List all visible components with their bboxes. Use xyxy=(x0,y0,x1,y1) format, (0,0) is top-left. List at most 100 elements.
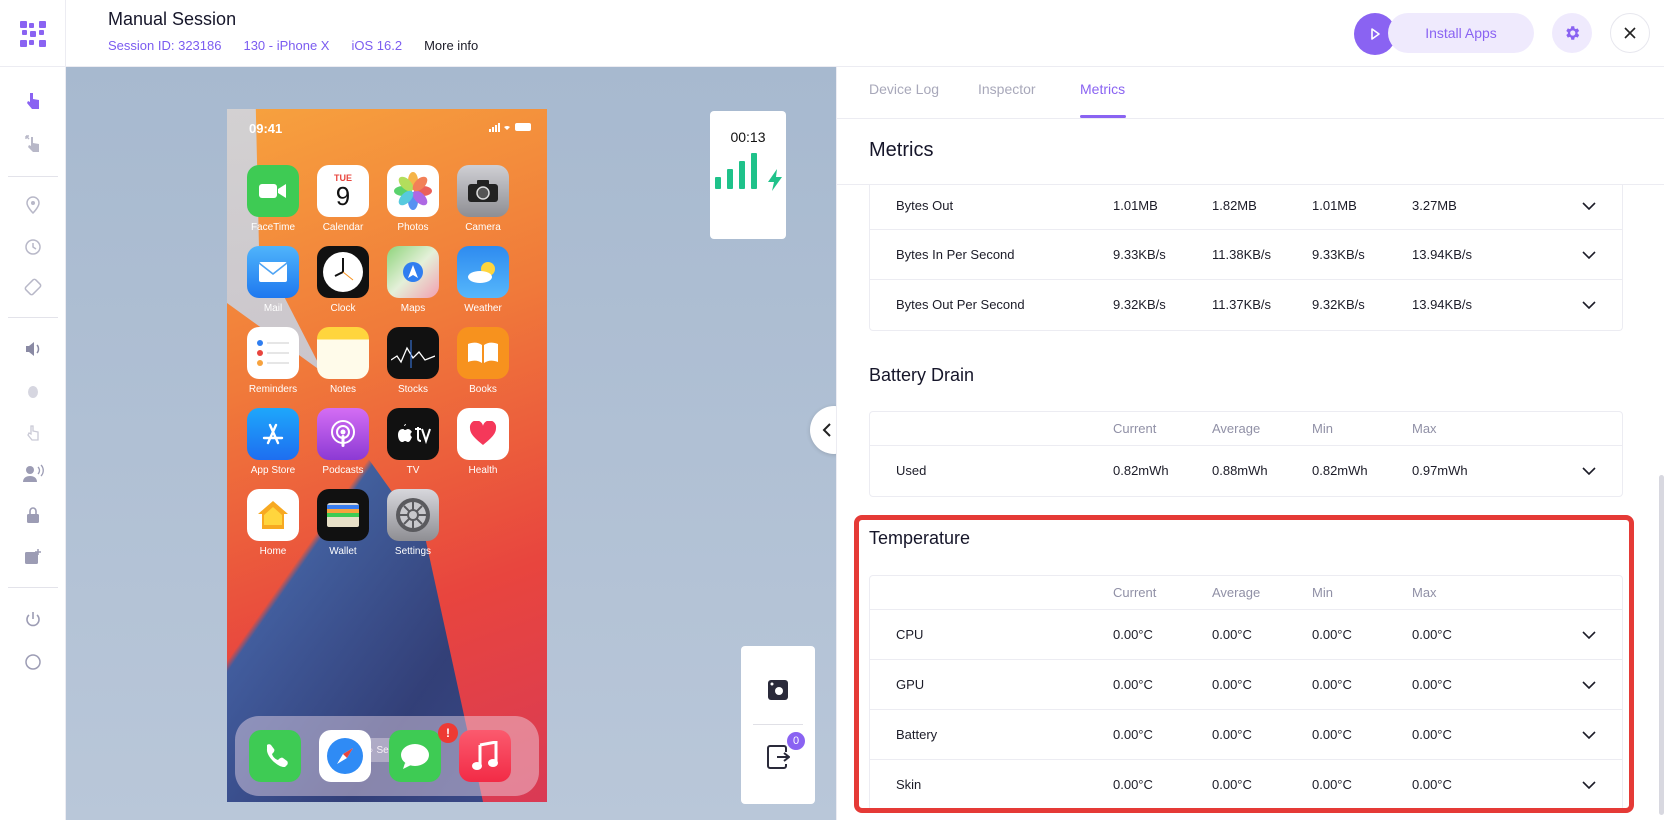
device-name: 130 - iPhone X xyxy=(243,38,330,53)
app-label: Home xyxy=(259,546,287,557)
table-row[interactable]: Bytes Out Per Second 9.32KB/s 11.37KB/s … xyxy=(870,280,1622,330)
settings-button[interactable] xyxy=(1552,13,1592,53)
app-reminders[interactable]: Reminders xyxy=(243,327,303,395)
row-name: Used xyxy=(896,463,927,478)
table-row[interactable]: Skin 0.00°C 0.00°C 0.00°C 0.00°C xyxy=(870,760,1622,810)
row-min: 0.00°C xyxy=(1312,627,1352,642)
app-photos[interactable]: Photos xyxy=(383,165,443,233)
notes-icon xyxy=(317,327,369,379)
phone-screen[interactable]: 09:41 FaceTime TUE 9 Calendar Photos Cam… xyxy=(227,109,547,802)
tv-icon xyxy=(387,408,439,460)
column-average: Average xyxy=(1212,421,1261,436)
tools-divider xyxy=(753,724,803,725)
active-tab-indicator xyxy=(1080,115,1126,118)
gear-icon xyxy=(1566,26,1580,40)
app-label: TV xyxy=(406,465,420,476)
table-row[interactable]: Bytes In Per Second 9.33KB/s 11.38KB/s 9… xyxy=(870,230,1622,280)
app-home[interactable]: Home xyxy=(243,489,303,557)
logo[interactable] xyxy=(0,0,66,67)
image-add-icon[interactable] xyxy=(21,545,45,569)
touch-icon[interactable] xyxy=(21,89,45,113)
temperature-card: Current Average Min Max CPU 0.00°C 0.00°… xyxy=(869,575,1623,811)
download-icon xyxy=(767,745,791,769)
chevron-down-icon[interactable] xyxy=(1579,625,1599,645)
location-icon[interactable] xyxy=(21,193,45,217)
chevron-down-icon[interactable] xyxy=(1579,675,1599,695)
more-info-link[interactable]: More info xyxy=(424,38,478,53)
column-current: Current xyxy=(1113,421,1157,436)
maps-icon xyxy=(387,246,439,298)
session-id: Session ID: 323186 xyxy=(108,38,222,53)
phone-icon[interactable] xyxy=(249,730,301,782)
app-mail[interactable]: Mail xyxy=(243,246,303,314)
chevron-down-icon[interactable] xyxy=(1579,196,1599,216)
history-icon[interactable] xyxy=(21,235,45,259)
app-health[interactable]: Health xyxy=(453,408,513,476)
rotate-icon[interactable] xyxy=(21,275,45,299)
app-wallet[interactable]: Wallet xyxy=(313,489,373,557)
lock-icon[interactable] xyxy=(21,503,45,527)
download-button[interactable] xyxy=(766,744,791,775)
row-max: 0.00°C xyxy=(1412,727,1452,742)
power-icon[interactable] xyxy=(21,608,45,632)
row-min: 1.01MB xyxy=(1312,198,1357,213)
table-row[interactable]: Bytes Out 1.01MB 1.82MB 1.01MB 3.27MB xyxy=(870,185,1622,230)
music-icon[interactable] xyxy=(459,730,511,782)
row-average: 0.00°C xyxy=(1212,677,1252,692)
debug-icon[interactable] xyxy=(21,379,45,403)
table-row[interactable]: GPU 0.00°C 0.00°C 0.00°C 0.00°C xyxy=(870,660,1622,710)
health-icon xyxy=(457,408,509,460)
row-current: 0.00°C xyxy=(1113,627,1153,642)
status-icons xyxy=(489,122,533,135)
app-books[interactable]: Books xyxy=(453,327,513,395)
table-row[interactable]: CPU 0.00°C 0.00°C 0.00°C 0.00°C xyxy=(870,610,1622,660)
app-stocks[interactable]: Stocks xyxy=(383,327,443,395)
app-calendar[interactable]: TUE 9 Calendar xyxy=(313,165,373,233)
chevron-down-icon[interactable] xyxy=(1579,245,1599,265)
app-facetime[interactable]: FaceTime xyxy=(243,165,303,233)
close-button[interactable] xyxy=(1610,13,1650,53)
row-max: 3.27MB xyxy=(1412,198,1457,213)
status-time: 09:41 xyxy=(249,121,283,136)
row-name: Bytes Out Per Second xyxy=(896,297,1025,312)
screenshot-button[interactable] xyxy=(766,678,790,707)
row-average: 0.00°C xyxy=(1212,777,1252,792)
table-row[interactable]: Battery 0.00°C 0.00°C 0.00°C 0.00°C xyxy=(870,710,1622,760)
chevron-down-icon[interactable] xyxy=(1579,725,1599,745)
voice-icon[interactable] xyxy=(21,461,45,485)
scrollbar-thumb[interactable] xyxy=(1659,475,1664,815)
home-circle-icon[interactable] xyxy=(21,650,45,674)
app-tv[interactable]: TV xyxy=(383,408,443,476)
safari-icon[interactable] xyxy=(319,730,371,782)
app-app-store[interactable]: App Store xyxy=(243,408,303,476)
app-label: Calendar xyxy=(322,222,364,233)
row-average: 0.00°C xyxy=(1212,727,1252,742)
dock: ! xyxy=(235,716,539,796)
volume-icon[interactable] xyxy=(21,337,45,361)
chevron-down-icon[interactable] xyxy=(1579,295,1599,315)
app-notes[interactable]: Notes xyxy=(313,327,373,395)
tab-metrics[interactable]: Metrics xyxy=(1080,81,1125,97)
screenshot-icon xyxy=(768,680,788,700)
gesture-icon[interactable] xyxy=(21,131,45,155)
app-weather[interactable]: Weather xyxy=(453,246,513,314)
table-row[interactable]: Used 0.82mWh 0.88mWh 0.82mWh 0.97mWh xyxy=(870,446,1622,496)
tab-device-log[interactable]: Device Log xyxy=(869,81,939,97)
tap-icon[interactable] xyxy=(21,420,45,444)
app-podcasts[interactable]: Podcasts xyxy=(313,408,373,476)
network-card: Bytes Out 1.01MB 1.82MB 1.01MB 3.27MB By… xyxy=(869,185,1623,331)
tab-inspector[interactable]: Inspector xyxy=(978,81,1036,97)
app-clock[interactable]: Clock xyxy=(313,246,373,314)
app-label: Wallet xyxy=(329,546,357,557)
install-apps-button[interactable]: Install Apps xyxy=(1388,13,1534,53)
messages-icon[interactable] xyxy=(389,730,441,782)
chevron-down-icon[interactable] xyxy=(1579,461,1599,481)
app-camera[interactable]: Camera xyxy=(453,165,513,233)
settings-icon xyxy=(387,489,439,541)
app-maps[interactable]: Maps xyxy=(383,246,443,314)
chevron-down-icon[interactable] xyxy=(1579,775,1599,795)
app-settings[interactable]: Settings xyxy=(383,489,443,557)
download-count-badge: 0 xyxy=(787,732,805,750)
row-average: 11.37KB/s xyxy=(1212,297,1272,312)
row-min: 0.82mWh xyxy=(1312,463,1368,478)
